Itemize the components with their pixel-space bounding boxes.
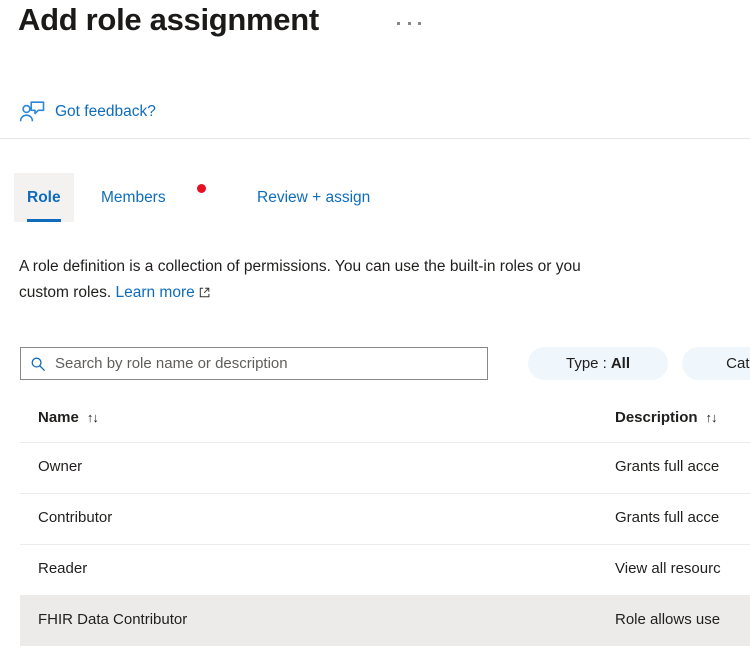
table-row[interactable]: Contributor Grants full acce <box>20 494 750 545</box>
filter-pill-category-label: Cate <box>726 355 750 372</box>
tab-review-assign-label: Review + assign <box>257 188 371 206</box>
sort-arrows-icon: ↑↓ <box>705 410 718 425</box>
search-input[interactable] <box>55 355 465 372</box>
roles-table: Name ↑↓ Description ↑↓ Owner Grants full… <box>0 400 750 646</box>
members-alert-badge <box>197 184 206 193</box>
tab-members-label: Members <box>101 188 166 206</box>
column-header-name-label: Name <box>38 409 79 426</box>
cell-role-name: Owner <box>38 458 83 475</box>
more-dot <box>418 21 421 25</box>
table-row[interactable]: FHIR Data Contributor Role allows use <box>20 596 750 646</box>
tab-bar: Role Members Review + assign <box>0 173 750 225</box>
role-description-text: A role definition is a collection of per… <box>19 254 750 307</box>
filter-pill-category[interactable]: Cate <box>682 347 750 380</box>
column-header-description[interactable]: Description ↑↓ <box>615 409 718 426</box>
learn-more-link[interactable]: Learn more <box>115 284 194 301</box>
got-feedback-label: Got feedback? <box>55 103 156 120</box>
column-header-description-label: Description <box>615 409 698 426</box>
table-row[interactable]: Reader View all resourc <box>20 545 750 596</box>
tab-role[interactable]: Role <box>14 173 74 222</box>
search-role-box[interactable] <box>20 347 488 380</box>
tab-review-assign[interactable]: Review + assign <box>244 173 383 222</box>
tab-role-label: Role <box>27 188 61 206</box>
search-icon <box>30 356 46 372</box>
filter-pill-type[interactable]: Type : All <box>528 347 668 380</box>
cell-role-name: FHIR Data Contributor <box>38 611 188 628</box>
column-header-name[interactable]: Name ↑↓ <box>38 409 99 426</box>
page-title: Add role assignment <box>18 2 319 37</box>
table-row[interactable]: Owner Grants full acce <box>20 443 750 494</box>
cell-role-description: View all resourc <box>615 560 721 577</box>
cell-role-name: Contributor <box>38 509 113 526</box>
more-dot <box>397 21 400 25</box>
cell-role-name: Reader <box>38 560 88 577</box>
table-header-row: Name ↑↓ Description ↑↓ <box>20 400 750 443</box>
cell-role-description: Grants full acce <box>615 458 720 475</box>
filter-pill-type-label: Type : <box>565 355 607 372</box>
more-dot <box>407 21 411 25</box>
cell-role-description: Role allows use <box>615 611 721 628</box>
more-options-button[interactable] <box>396 12 422 34</box>
tab-members[interactable]: Members <box>88 173 179 222</box>
cell-role-description: Grants full acce <box>615 509 720 526</box>
got-feedback-link[interactable]: Got feedback? <box>18 96 156 128</box>
role-description-body: A role definition is a collection of per… <box>19 258 581 301</box>
filter-pill-type-value: All <box>610 355 631 372</box>
external-link-icon <box>199 281 210 307</box>
person-feedback-icon <box>18 98 46 126</box>
sort-arrows-icon: ↑↓ <box>86 410 99 425</box>
